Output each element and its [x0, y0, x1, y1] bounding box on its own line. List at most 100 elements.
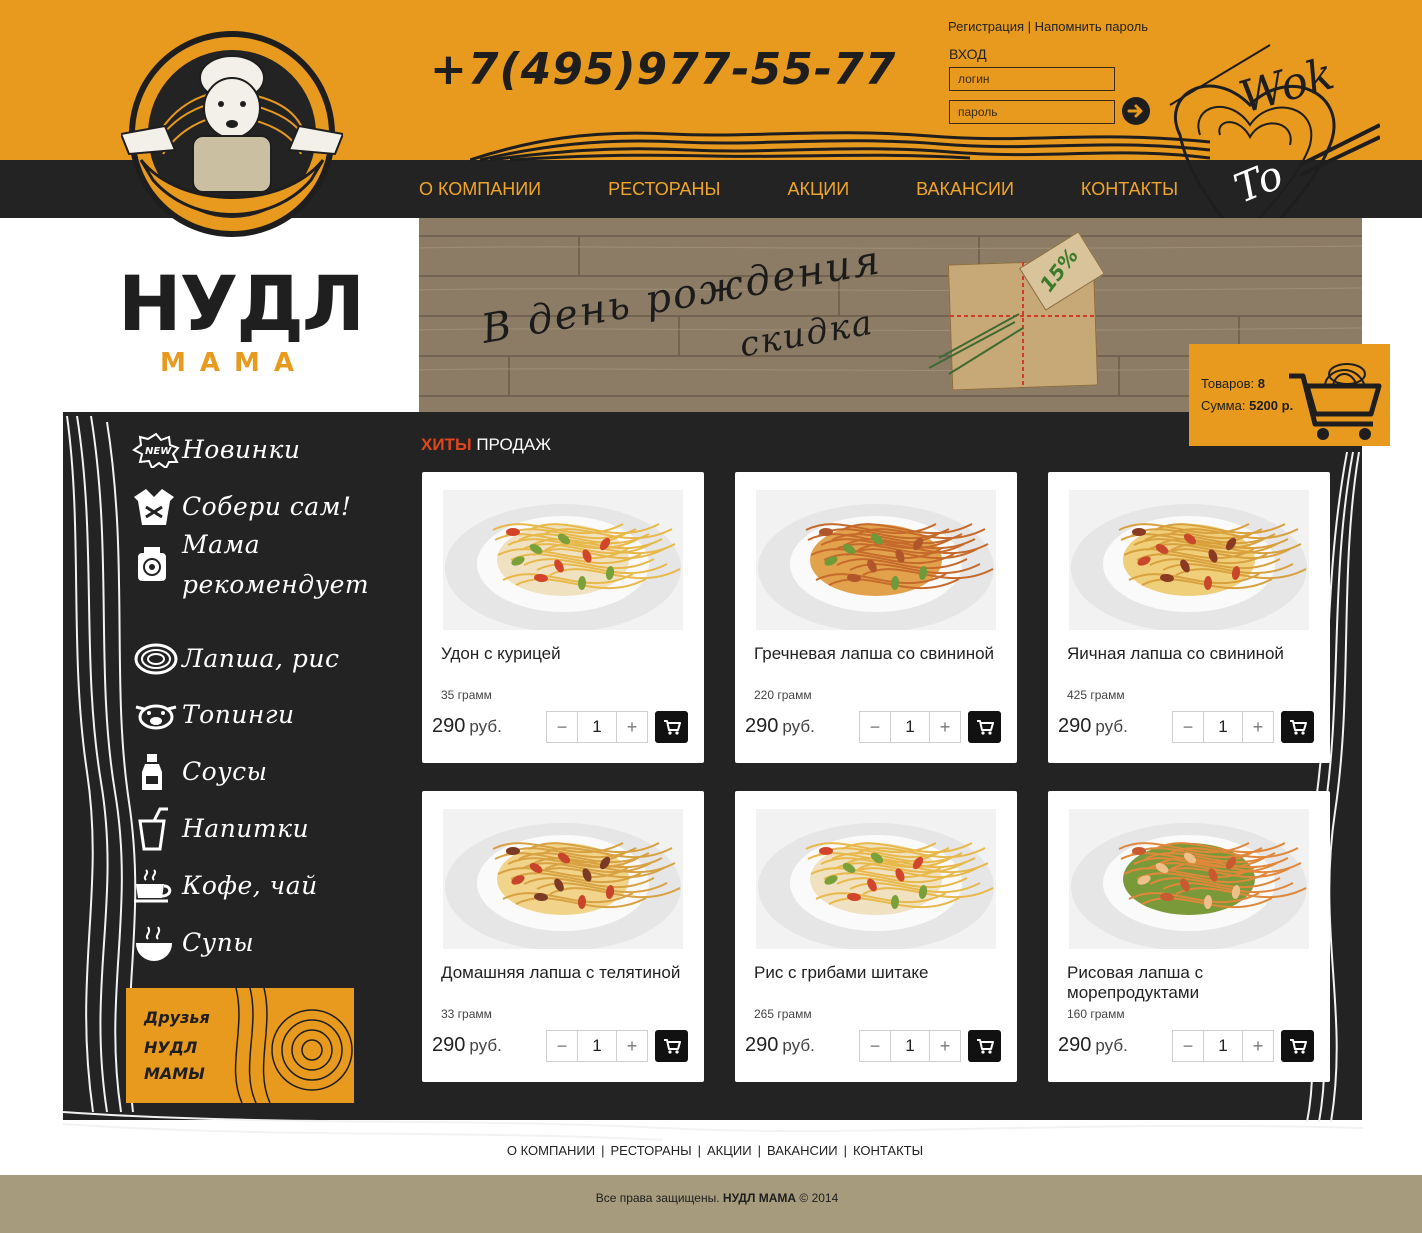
cart-summary[interactable]: Товаров: 8 Сумма: 5200 р.: [1189, 344, 1390, 446]
decrement-button[interactable]: −: [860, 712, 890, 742]
side-item-noodles-rice[interactable]: Лапша, рис: [126, 634, 339, 684]
product-currency: руб.: [1095, 1036, 1128, 1055]
quantity-value[interactable]: 1: [890, 712, 930, 742]
auth-links-separator: |: [1027, 19, 1035, 34]
remind-password-link[interactable]: Напомнить пароль: [1035, 19, 1148, 34]
quantity-stepper: − 1 +: [1172, 1030, 1274, 1062]
add-to-cart-button[interactable]: [968, 1030, 1001, 1062]
side-item-toppings[interactable]: Топинги: [126, 690, 295, 740]
add-to-cart-button[interactable]: [655, 1030, 688, 1062]
footer-link-company[interactable]: О КОМПАНИИ: [507, 1143, 595, 1158]
login-submit-button[interactable]: [1122, 97, 1150, 125]
product-name[interactable]: Рисовая лапша с морепродуктами: [1067, 963, 1317, 1003]
logo-grandma-illustration[interactable]: [121, 30, 343, 240]
login-title: ВХОД: [949, 46, 987, 62]
decrement-button[interactable]: −: [547, 1031, 577, 1061]
product-image[interactable]: [443, 490, 683, 630]
cart-sum-line: Сумма: 5200 р.: [1201, 398, 1293, 413]
wok-word: Wok: [1234, 48, 1340, 123]
rice-box-icon: [126, 545, 182, 585]
product-image[interactable]: [756, 490, 996, 630]
product-price: 290 руб.: [432, 1034, 502, 1057]
friends-promo-box[interactable]: Друзья НУДЛ МАМЫ: [126, 988, 354, 1103]
nav-item-vacancies[interactable]: ВАКАНСИИ: [916, 179, 1014, 200]
add-to-cart-button[interactable]: [655, 711, 688, 743]
product-image[interactable]: [443, 809, 683, 949]
add-to-cart-button[interactable]: [1281, 1030, 1314, 1062]
product-currency: руб.: [782, 1036, 815, 1055]
quantity-value[interactable]: 1: [577, 712, 617, 742]
hits-title-accent: ХИТЫ: [421, 435, 472, 454]
login-input[interactable]: [949, 67, 1115, 91]
decrement-button[interactable]: −: [1173, 1031, 1203, 1061]
side-item-label: Лапша, рис: [182, 644, 340, 673]
main-nav: О КОМПАНИИ РЕСТОРАНЫ АКЦИИ ВАКАНСИИ КОНТ…: [400, 160, 1226, 218]
product-name[interactable]: Рис с грибами шитаке: [754, 963, 1004, 983]
side-item-soups[interactable]: Супы: [126, 918, 254, 968]
side-item-label: Новинки: [182, 435, 301, 464]
plus-icon: +: [1252, 1035, 1264, 1056]
cart-icon: [976, 1039, 994, 1054]
minus-icon: −: [869, 716, 881, 737]
product-weight: 425 грамм: [1067, 688, 1125, 702]
cart-items-line: Товаров: 8: [1201, 376, 1265, 391]
product-price: 290 руб.: [432, 715, 502, 738]
quantity-value[interactable]: 1: [890, 1031, 930, 1061]
product-image[interactable]: [1069, 809, 1309, 949]
cart-items-value: 8: [1257, 376, 1265, 391]
increment-button[interactable]: +: [1243, 1031, 1273, 1061]
side-item-new[interactable]: NEW Новинки: [126, 425, 301, 475]
product-card: Яичная лапша со свининой 425 грамм 290 ру…: [1048, 472, 1330, 763]
nav-item-restaurants[interactable]: РЕСТОРАНЫ: [608, 179, 720, 200]
product-currency: руб.: [469, 1036, 502, 1055]
quantity-value[interactable]: 1: [577, 1031, 617, 1061]
decrement-button[interactable]: −: [1173, 712, 1203, 742]
side-item-label: Соусы: [182, 757, 268, 786]
decrement-button[interactable]: −: [860, 1031, 890, 1061]
increment-button[interactable]: +: [930, 712, 960, 742]
product-name[interactable]: Яичная лапша со свининой: [1067, 644, 1317, 664]
side-item-sauces[interactable]: Соусы: [126, 747, 268, 797]
add-to-cart-button[interactable]: [968, 711, 1001, 743]
cart-icon: [976, 720, 994, 735]
footer-separator: |: [697, 1143, 701, 1158]
increment-button[interactable]: +: [617, 1031, 647, 1061]
quantity-value[interactable]: 1: [1203, 1031, 1243, 1061]
nav-item-company[interactable]: О КОМПАНИИ: [419, 179, 541, 200]
product-weight: 160 грамм: [1067, 1007, 1125, 1021]
logo-title[interactable]: НУДЛ: [118, 266, 365, 342]
add-to-cart-button[interactable]: [1281, 711, 1314, 743]
quantity-value[interactable]: 1: [1203, 712, 1243, 742]
product-weight: 220 грамм: [754, 688, 812, 702]
footer-link-restaurants[interactable]: РЕСТОРАНЫ: [610, 1143, 691, 1158]
product-name[interactable]: Домашняя лапша с телятиной: [441, 963, 691, 983]
increment-button[interactable]: +: [617, 712, 647, 742]
arrow-right-icon: [1127, 104, 1143, 118]
footer-separator: |: [601, 1143, 605, 1158]
plus-icon: +: [939, 716, 951, 737]
footer-link-contacts[interactable]: КОНТАКТЫ: [853, 1143, 923, 1158]
side-item-label: Супы: [182, 928, 255, 957]
product-name[interactable]: Гречневая лапша со свининой: [754, 644, 1004, 664]
auth-links: Регистрация | Напомнить пароль: [948, 19, 1148, 34]
side-item-mama-recommends[interactable]: Мама рекомендует: [126, 530, 382, 599]
friends-line2: НУДЛ: [144, 1038, 198, 1057]
increment-button[interactable]: +: [930, 1031, 960, 1061]
product-name[interactable]: Удон с курицей: [441, 644, 691, 664]
plus-icon: +: [626, 716, 638, 737]
product-currency: руб.: [1095, 717, 1128, 736]
side-item-drinks[interactable]: Напитки: [126, 804, 309, 854]
product-image[interactable]: [1069, 490, 1309, 630]
footer-link-vacancies[interactable]: ВАКАНСИИ: [767, 1143, 838, 1158]
product-image[interactable]: [756, 809, 996, 949]
footer-link-promotions[interactable]: АКЦИИ: [707, 1143, 752, 1158]
minus-icon: −: [869, 1035, 881, 1056]
takeout-box-icon: [126, 487, 182, 527]
decrement-button[interactable]: −: [547, 712, 577, 742]
copyright-year: © 2014: [799, 1191, 839, 1205]
increment-button[interactable]: +: [1243, 712, 1273, 742]
nav-item-promotions[interactable]: АКЦИИ: [787, 179, 849, 200]
side-item-coffee-tea[interactable]: Кофе, чай: [126, 861, 318, 911]
register-link[interactable]: Регистрация: [948, 19, 1024, 34]
password-input[interactable]: [949, 100, 1115, 124]
